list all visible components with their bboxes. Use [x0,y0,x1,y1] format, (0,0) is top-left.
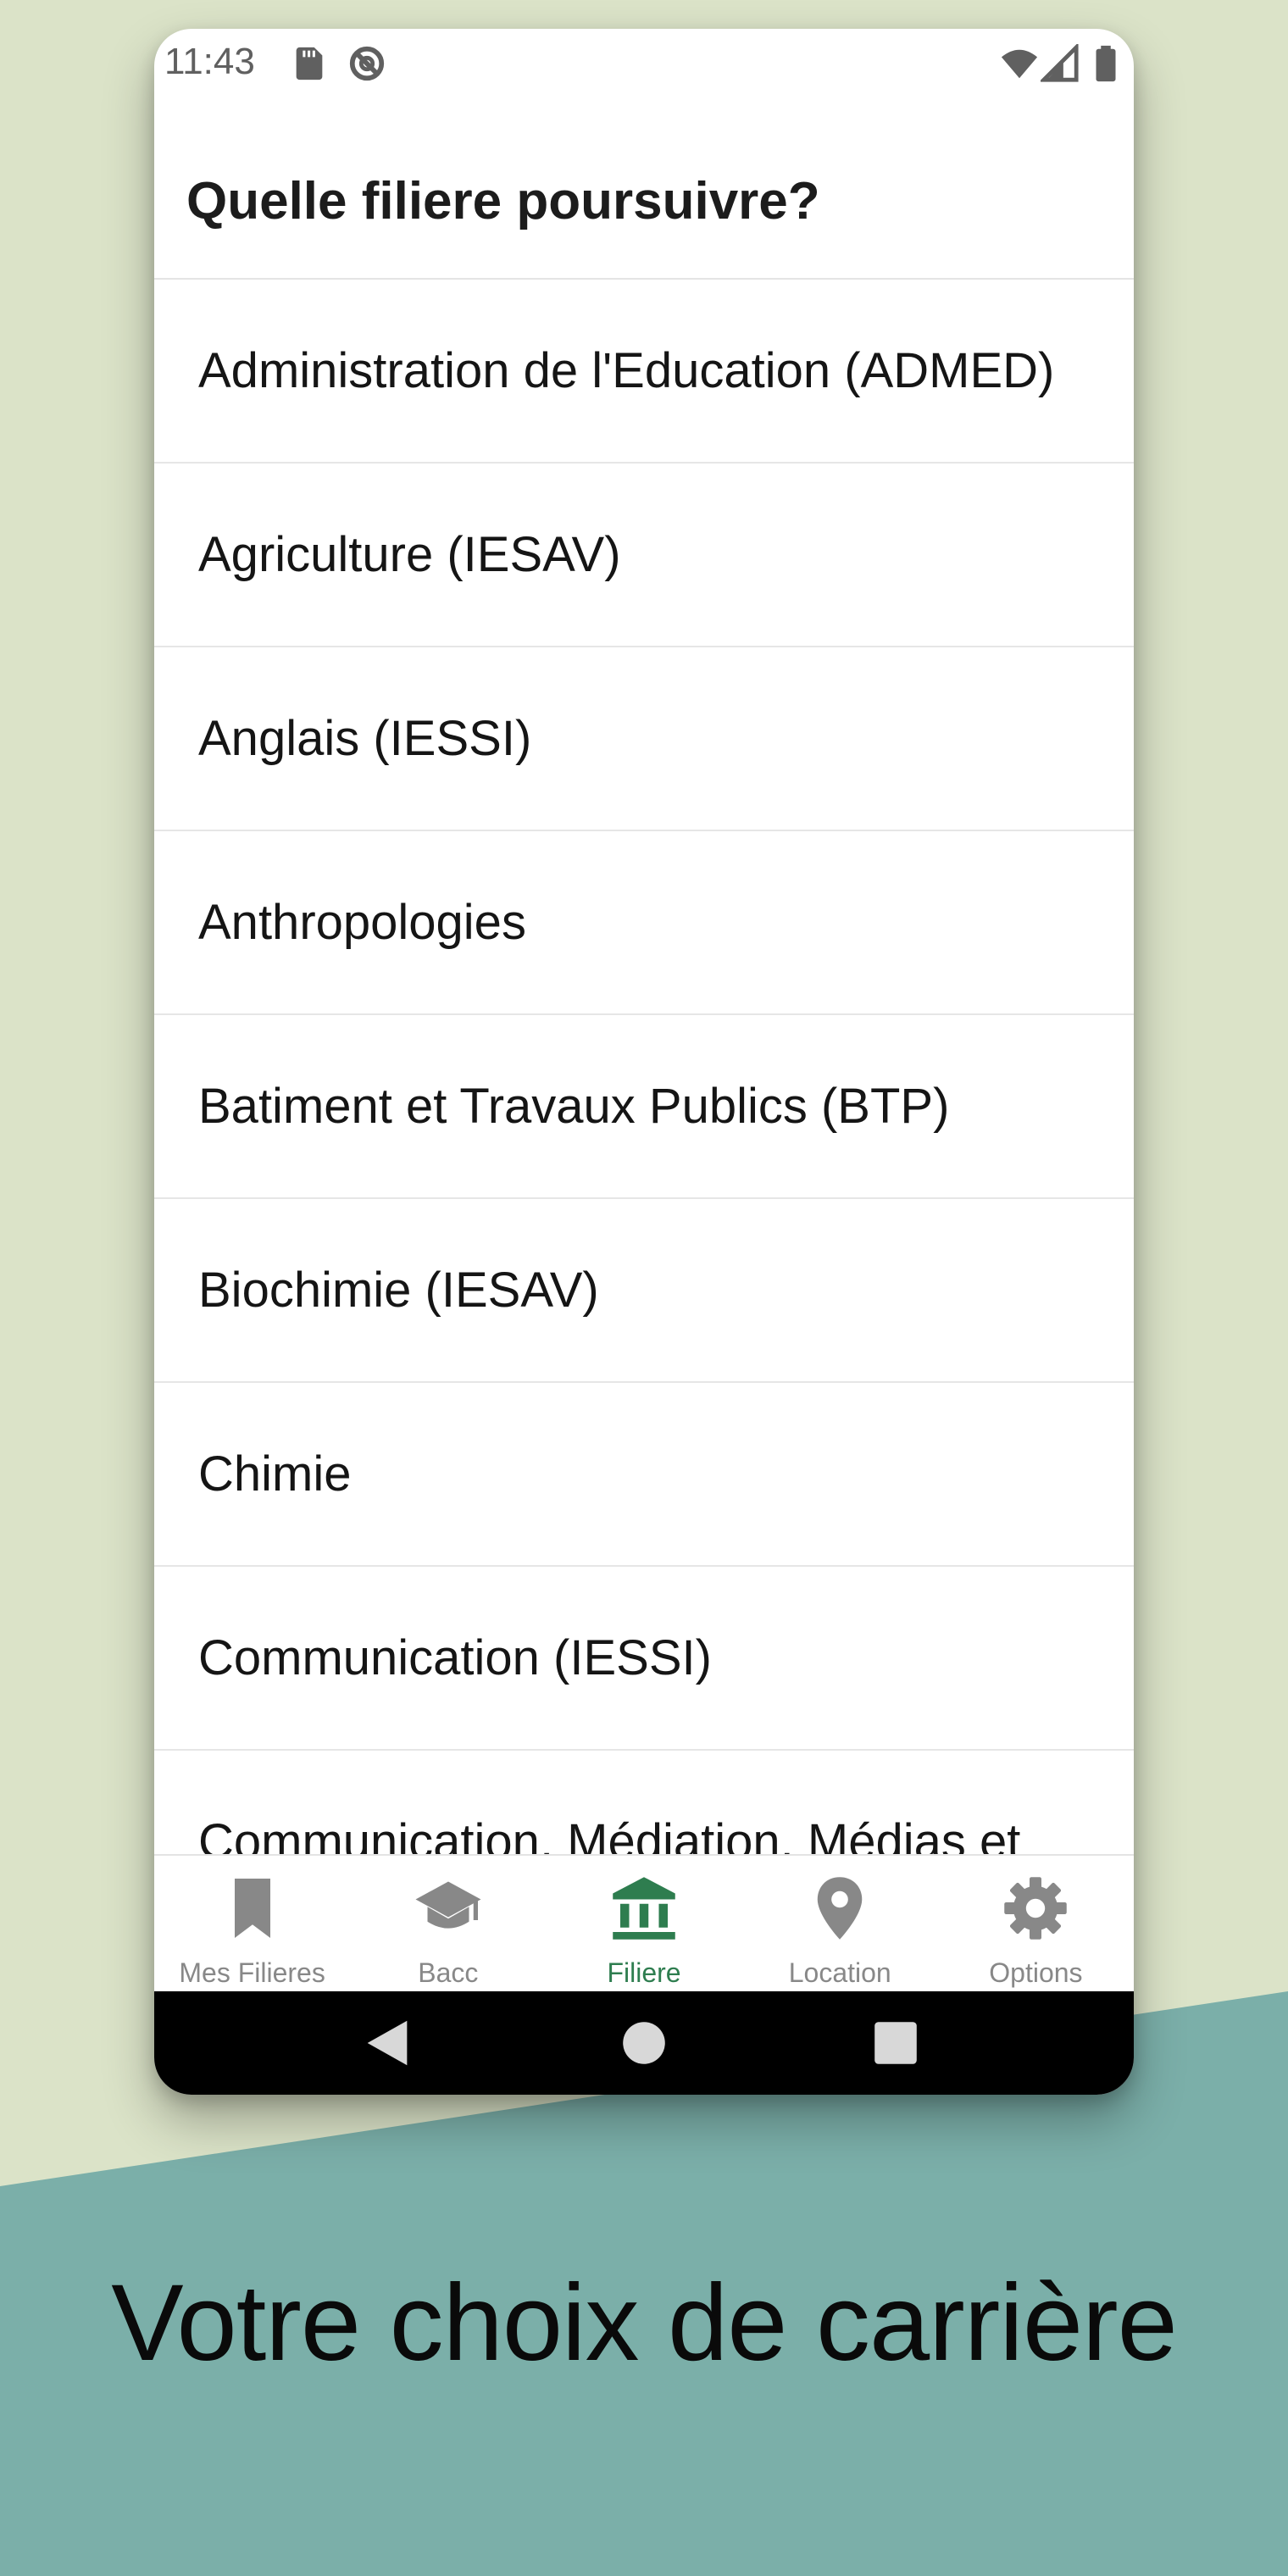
list-item[interactable]: Chimie [154,1383,1134,1567]
list-item[interactable]: Anthropologies [154,831,1134,1015]
status-time: 11:43 [164,41,255,82]
bottom-navigation: Mes Filieres Bacc Filiere Location Optio… [154,1854,1134,1991]
nav-label: Location [788,1957,891,1988]
nav-item-options[interactable]: Options [938,1856,1134,1991]
list-item[interactable]: Administration de l'Education (ADMED) [154,280,1134,464]
nav-item-bacc[interactable]: Bacc [350,1856,546,1991]
signal-icon [1041,44,1079,82]
nav-label: Options [989,1957,1083,1988]
battery-icon [1096,45,1116,82]
sd-card-icon [296,47,323,80]
nav-label: Filiere [607,1957,681,1988]
back-icon[interactable] [358,2013,417,2073]
tagline: Votre choix de carrière [111,2262,1178,2384]
list-item-label: Anglais (IESSI) [198,711,532,766]
wifi-icon [1001,49,1038,79]
list-item[interactable]: Anglais (IESSI) [154,647,1134,831]
list-item-label: Communication (IESSI) [198,1630,712,1685]
bookmark-icon [234,1879,270,1938]
institution-icon [613,1877,675,1940]
system-navigation-bar [154,1991,1134,2095]
list-item-label: Anthropologies [198,895,526,950]
nav-label: Mes Filieres [179,1957,325,1988]
app-bar: Quelle filiere poursuivre? [154,97,1134,280]
nav-item-location[interactable]: Location [742,1856,938,1991]
list-item-label: Batiment et Travaux Publics (BTP) [198,1079,950,1134]
list-item-label: Biochimie (IESAV) [198,1263,599,1318]
phone-screen: 11:43 Quelle filiere poursuivre? Adminis… [154,29,1134,2095]
nav-label: Bacc [418,1957,479,1988]
list-item[interactable]: Communication, Médiation, Médias et [154,1751,1134,1854]
status-bar: 11:43 [154,29,1134,97]
list-item-label: Administration de l'Education (ADMED) [198,343,1055,398]
page-title: Quelle filiere poursuivre? [186,172,820,230]
list-item-label: Chimie [198,1446,352,1502]
list-item-label: Communication, Médiation, Médias et [198,1814,1021,1854]
list-item-label: Agriculture (IESAV) [198,527,621,582]
home-icon[interactable] [614,2013,674,2073]
nav-item-mes-filieres[interactable]: Mes Filieres [154,1856,350,1991]
recents-icon[interactable] [866,2013,925,2073]
no-sync-icon [349,46,385,81]
graduation-cap-icon [415,1881,481,1929]
gear-icon [1004,1877,1068,1940]
nav-item-filiere[interactable]: Filiere [546,1856,741,1991]
list-item[interactable]: Batiment et Travaux Publics (BTP) [154,1015,1134,1199]
list-item[interactable]: Communication (IESSI) [154,1567,1134,1751]
list-item[interactable]: Biochimie (IESAV) [154,1199,1134,1383]
filiere-list[interactable]: Administration de l'Education (ADMED) Ag… [154,280,1134,1854]
location-pin-icon [817,1877,863,1940]
list-item[interactable]: Agriculture (IESAV) [154,464,1134,647]
